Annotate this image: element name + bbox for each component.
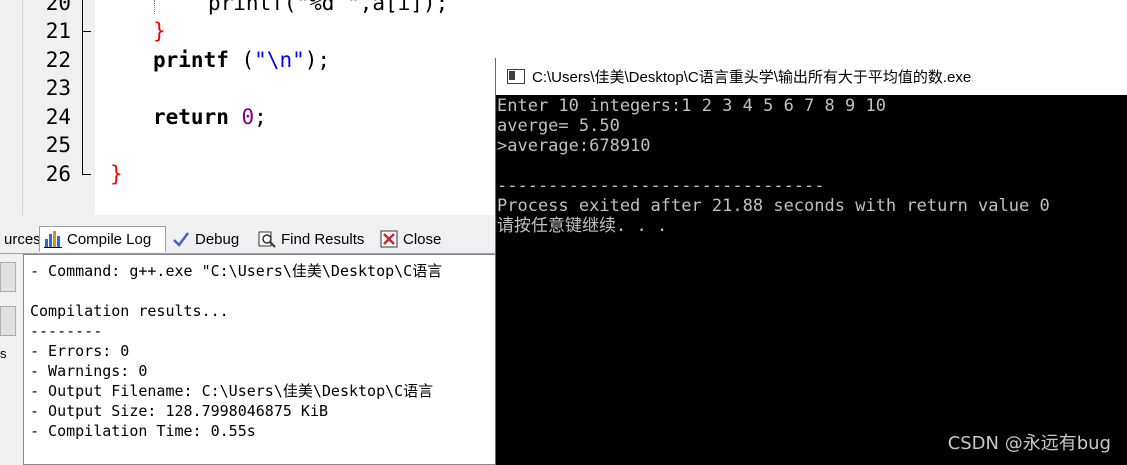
tab-debug[interactable]: Debug <box>168 226 252 252</box>
line-number: 21 <box>45 19 71 43</box>
console-line: averge= 5.50 <box>497 116 620 136</box>
log-line: - Warnings: 0 <box>30 362 148 380</box>
code-line-20: printf("%d ",a[i]); <box>208 0 449 15</box>
line-number: 25 <box>45 133 71 157</box>
console-line: 请按任意键继续. . . <box>497 216 668 236</box>
console-line: Process exited after 21.88 seconds with … <box>497 196 1050 216</box>
code-line-26: } <box>110 162 123 186</box>
code-line-22: printf ("\n"); <box>153 48 331 72</box>
tab-label: Find Results <box>281 230 365 248</box>
log-toolbar-button[interactable] <box>0 306 16 336</box>
log-toolbar-button[interactable] <box>0 262 16 292</box>
log-line: - Output Size: 128.7998046875 KiB <box>30 402 329 420</box>
log-line: - Compilation Time: 0.55s <box>30 422 256 440</box>
tab-label: urces <box>4 230 41 248</box>
line-number: 23 <box>45 76 71 100</box>
console-window[interactable]: C:\Users\佳美\Desktop\C语言重头学\输出所有大于平均值的数.e… <box>495 58 1127 465</box>
line-number: 22 <box>45 48 71 72</box>
log-line: - Command: g++.exe "C:\Users\佳美\Desktop\… <box>30 262 443 280</box>
log-line: - Errors: 0 <box>30 342 130 360</box>
line-number: 26 <box>45 162 71 186</box>
compile-log-panel[interactable]: - Command: g++.exe "C:\Users\佳美\Desktop\… <box>23 254 500 465</box>
watermark: CSDN @永远有bug <box>947 433 1111 454</box>
log-side-label: s <box>0 346 7 361</box>
tab-close[interactable]: Close <box>376 226 452 252</box>
bottom-panel-tabs: urces Compile Log Debug Find Results Clo… <box>0 225 500 254</box>
tab-find-results[interactable]: Find Results <box>254 226 372 252</box>
console-titlebar[interactable]: C:\Users\佳美\Desktop\C语言重头学\输出所有大于平均值的数.e… <box>496 58 1127 95</box>
indent-guide <box>154 0 155 14</box>
log-side-toolbar: s <box>0 254 22 465</box>
bar-chart-icon <box>44 230 62 248</box>
find-icon <box>258 230 276 248</box>
fold-line <box>82 0 83 31</box>
console-title: C:\Users\佳美\Desktop\C语言重头学\输出所有大于平均值的数.e… <box>532 69 972 86</box>
fold-line <box>82 31 83 174</box>
line-number: 20 <box>45 0 71 15</box>
tab-label: Close <box>403 230 442 248</box>
code-line-24: return 0; <box>153 105 267 129</box>
tab-label: Debug <box>195 230 240 248</box>
tab-label: Compile Log <box>67 230 152 248</box>
tab-compile-log[interactable]: Compile Log <box>39 226 166 252</box>
code-line-21: } <box>153 19 166 43</box>
log-line: -------- <box>30 322 103 340</box>
line-number: 24 <box>45 105 71 129</box>
fold-end-marker <box>82 31 91 32</box>
console-output[interactable]: Enter 10 integers:1 2 3 4 5 6 7 8 9 10 a… <box>496 95 1127 465</box>
console-line: >average:678910 <box>497 136 651 156</box>
log-line: Compilation results... <box>30 302 229 320</box>
editor-left-strip <box>0 0 23 215</box>
fold-end-marker <box>82 174 91 175</box>
log-line: - Output Filename: C:\Users\佳美\Desktop\C… <box>30 382 434 400</box>
check-icon <box>172 230 190 248</box>
console-line: -------------------------------- <box>497 176 825 196</box>
console-line: Enter 10 integers:1 2 3 4 5 6 7 8 9 10 <box>497 96 886 116</box>
tab-resources[interactable]: urces <box>0 226 41 252</box>
close-icon <box>380 230 398 248</box>
console-app-icon <box>507 69 525 84</box>
